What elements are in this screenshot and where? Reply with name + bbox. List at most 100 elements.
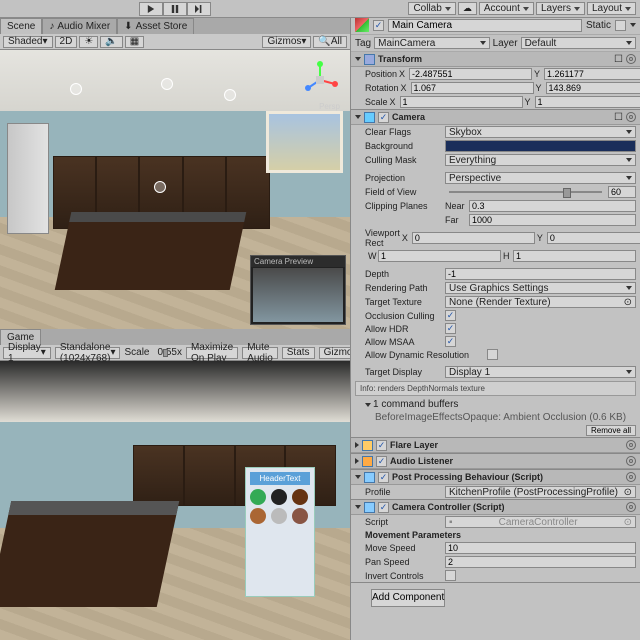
background-color[interactable] (445, 140, 636, 152)
hdr-checkbox[interactable] (445, 323, 456, 334)
scene-toolbar: Shaded ▾ 2D ☀ 🔈 ▦ Gizmos ▾ 🔍All (0, 34, 350, 50)
scale-label: Scale (124, 347, 149, 358)
play-toolbar (0, 0, 350, 18)
invert-checkbox[interactable] (445, 570, 456, 581)
gizmos-dropdown[interactable]: Gizmos ▾ (262, 36, 311, 48)
scene-tabs: Scene ♪Audio Mixer ⬇Asset Store (0, 18, 350, 34)
fov-field[interactable] (608, 186, 636, 198)
top-right-toolbar: Collab ☁ Account Layers Layout (346, 0, 640, 18)
near-field[interactable] (469, 200, 636, 212)
static-label: Static (586, 20, 611, 31)
fx-toggle-icon[interactable]: ▦ (125, 36, 144, 48)
transform-icon (364, 54, 375, 65)
tag-label: Tag (355, 38, 371, 49)
camera-controller-component: Camera Controller (Script) Script▪ Camer… (351, 500, 640, 583)
audio-listener-header[interactable]: Audio Listener (351, 454, 640, 469)
gear-icon[interactable] (626, 472, 636, 482)
layer-dropdown[interactable]: Default (521, 37, 636, 49)
display-dropdown[interactable]: Display 1 ▾ (3, 347, 51, 359)
scl-x[interactable] (400, 96, 523, 108)
aspect-dropdown[interactable]: Standalone (1024x768) ▾ (55, 347, 121, 359)
layers-dropdown[interactable]: Layers (536, 2, 585, 15)
cloud-button[interactable]: ☁ (458, 2, 477, 15)
render-path-dropdown[interactable]: Use Graphics Settings (445, 282, 636, 294)
scene-view[interactable]: Persp Camera Preview (0, 50, 350, 329)
mute-audio[interactable]: Mute Audio (242, 347, 278, 359)
2d-toggle[interactable]: 2D (55, 36, 78, 48)
camera-icon (364, 112, 375, 123)
search-scope[interactable]: 🔍All (313, 36, 347, 48)
layout-dropdown[interactable]: Layout (587, 2, 636, 15)
profile-field[interactable]: KitchenProfile (PostProcessingProfile)⊙ (445, 486, 636, 498)
move-speed-field[interactable] (445, 542, 636, 554)
rot-y[interactable] (546, 82, 640, 94)
gear-icon[interactable] (626, 456, 636, 466)
gameobject-icon (355, 18, 369, 32)
tab-scene[interactable]: Scene (0, 18, 42, 34)
vp-y[interactable] (547, 232, 640, 244)
game-view[interactable]: HeaderText (0, 361, 350, 640)
far-field[interactable] (469, 214, 636, 226)
maximize-on-play[interactable]: Maximize On Play (186, 347, 238, 359)
collab-dropdown[interactable]: Collab (408, 2, 455, 15)
pos-x[interactable] (409, 68, 532, 80)
scale-value: 0.55x (157, 347, 181, 358)
static-checkbox[interactable] (615, 20, 626, 31)
remove-all-button[interactable]: Remove all (586, 425, 636, 436)
object-header: Static (351, 16, 640, 35)
vp-x[interactable] (412, 232, 535, 244)
panel-header: HeaderText (250, 472, 310, 485)
rot-x[interactable] (411, 82, 534, 94)
layer-label: Layer (493, 38, 518, 49)
gear-icon[interactable] (626, 440, 636, 450)
projection-dropdown[interactable]: Perspective (445, 172, 636, 184)
camera-preview-overlay: Camera Preview (250, 255, 346, 325)
depth-field[interactable] (445, 268, 636, 280)
account-dropdown[interactable]: Account (479, 2, 534, 15)
add-component-button[interactable]: Add Component (371, 589, 445, 607)
info-box: Info: renders DepthNormals texture (355, 381, 636, 396)
tab-audio-mixer[interactable]: ♪Audio Mixer (42, 18, 117, 34)
vp-w[interactable] (378, 250, 501, 262)
msaa-checkbox[interactable] (445, 336, 456, 347)
pos-y[interactable] (544, 68, 640, 80)
flare-layer-header[interactable]: Flare Layer (351, 438, 640, 453)
pause-button[interactable] (163, 2, 187, 16)
game-tabs: Game (0, 329, 350, 345)
step-button[interactable] (187, 2, 211, 16)
script-field: ▪ CameraController⊙ (445, 516, 636, 528)
stats-toggle[interactable]: Stats (282, 347, 315, 359)
play-button[interactable] (139, 2, 163, 16)
flare-icon (362, 440, 373, 451)
dynres-checkbox[interactable] (487, 349, 498, 360)
script-icon (364, 502, 375, 513)
script-icon (364, 472, 375, 483)
gear-icon[interactable] (626, 112, 636, 122)
object-name-input[interactable] (388, 19, 582, 32)
culling-mask-dropdown[interactable]: Everything (445, 154, 636, 166)
fov-slider[interactable] (449, 191, 602, 193)
lighting-toggle-icon[interactable]: ☀ (79, 36, 98, 48)
audio-icon (362, 456, 373, 467)
occlusion-checkbox[interactable] (445, 310, 456, 321)
active-checkbox[interactable] (373, 20, 384, 31)
orientation-gizmo[interactable] (300, 60, 340, 100)
persp-label: Persp (319, 102, 340, 111)
gear-icon[interactable] (626, 54, 636, 64)
camera-component: Camera☐ Clear FlagsSkybox Background Cul… (351, 110, 640, 438)
scl-y[interactable] (535, 96, 640, 108)
vp-h[interactable] (513, 250, 636, 262)
target-display-dropdown[interactable]: Display 1 (445, 366, 636, 378)
tab-asset-store[interactable]: ⬇Asset Store (117, 18, 194, 34)
target-texture-field[interactable]: None (Render Texture)⊙ (445, 296, 636, 308)
clear-flags-dropdown[interactable]: Skybox (445, 126, 636, 138)
game-toolbar: Display 1 ▾ Standalone (1024x768) ▾ Scal… (0, 345, 350, 361)
shading-mode-dropdown[interactable]: Shaded ▾ (3, 36, 53, 48)
camera-enabled[interactable] (378, 112, 389, 123)
pan-speed-field[interactable] (445, 556, 636, 568)
transform-component: Transform☐ PositionXYZ RotationXYZ Scale… (351, 52, 640, 110)
gear-icon[interactable] (626, 502, 636, 512)
audio-toggle-icon[interactable]: 🔈 (100, 36, 122, 48)
tag-dropdown[interactable]: MainCamera (374, 37, 489, 49)
post-processing-component: Post Processing Behaviour (Script) Profi… (351, 470, 640, 500)
